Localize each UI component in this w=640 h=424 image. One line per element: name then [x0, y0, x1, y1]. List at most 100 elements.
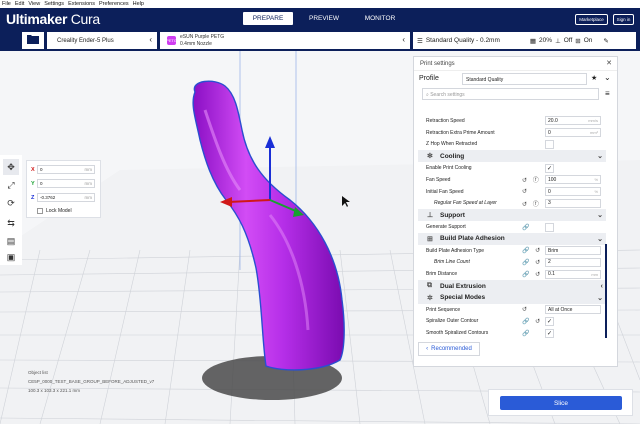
mirror-tool-button[interactable]: ⇆ — [3, 215, 19, 231]
menu-settings[interactable]: Settings — [44, 1, 64, 7]
support-blocker-button[interactable]: ▣ — [3, 249, 19, 265]
setting-label: Generate Support — [426, 224, 466, 231]
z-row: Z -0.3762 mm — [31, 193, 95, 202]
setting-row: Retraction Extra Prime Amount 0 mm³ — [418, 127, 606, 139]
menu-extensions[interactable]: Extensions — [68, 1, 95, 7]
sign-in-button[interactable]: Sign in — [613, 14, 634, 25]
tab-prepare[interactable]: PREPARE — [243, 12, 293, 25]
setting-field[interactable]: 3 — [545, 198, 601, 208]
setting-row: Brim Line Count 🔗 ↺ 2 — [418, 257, 606, 269]
setting-checkbox[interactable]: ✓ — [545, 316, 554, 326]
setting-action-icons[interactable]: 🔗 ↺ — [522, 271, 542, 278]
setting-action-icons[interactable]: 🔗 ↺ — [522, 318, 542, 325]
settings-scrollbar[interactable] — [605, 244, 607, 338]
setting-checkbox[interactable]: ✓ — [545, 163, 554, 173]
category-icon: ⧉ — [427, 282, 432, 290]
material-selector[interactable]: PETG eSUN Purple PETG 0.4mm Nozzle ‹ — [160, 32, 410, 49]
z-unit: mm — [84, 195, 93, 200]
app-header: Ultimaker Cura PREPARE PREVIEW MONITOR M… — [0, 8, 640, 30]
support-icon: ⊥ — [555, 37, 561, 45]
category-cooling[interactable]: ✻ Cooling ⌄ — [418, 150, 606, 163]
x-field[interactable]: 0 mm — [37, 165, 95, 174]
panel-header: Print settings ✕ — [414, 57, 617, 71]
setting-label: Brim Line Count — [434, 259, 470, 266]
hamburger-menu-icon[interactable]: ≡ — [605, 89, 610, 98]
setting-field[interactable]: 2 — [545, 257, 601, 267]
star-icon[interactable]: ★ — [591, 74, 597, 82]
setting-action-icons[interactable]: ↺ — [522, 188, 529, 195]
transform-toolbar: ✥ ⤢ ⟳ ⇆ ▤ ▣ — [0, 155, 22, 265]
search-settings-input[interactable]: ⌕ Search settings — [422, 88, 599, 100]
per-model-settings-button[interactable]: ▤ — [3, 233, 19, 249]
profile-select[interactable]: Standard Quality — [462, 73, 587, 85]
menu-view[interactable]: View — [28, 1, 40, 7]
setting-row: Smooth Spiralized Contours 🔗 ✓ — [418, 327, 606, 339]
tab-monitor[interactable]: MONITOR — [355, 12, 405, 25]
y-field[interactable]: 0 mm — [37, 179, 95, 188]
setting-row: Generate Support 🔗 — [418, 221, 606, 233]
brand-suffix: Cura — [70, 11, 100, 27]
object-list: Object list CE5P_0000_TEST_BASE_GROUP_BE… — [28, 370, 154, 397]
move-icon: ✥ — [7, 161, 15, 172]
setting-row: Print Sequence ↺ All at Once — [418, 304, 606, 316]
setting-checkbox[interactable]: ✓ — [545, 328, 554, 338]
material-name: eSUN Purple PETG — [180, 34, 225, 40]
setting-action-icons[interactable]: ↺ ⓕ — [522, 175, 541, 184]
y-row: Y 0 mm — [31, 179, 95, 188]
chevron-left-icon: ‹ — [402, 35, 405, 44]
menu-file[interactable]: File — [2, 1, 11, 7]
setting-field[interactable]: Brim — [545, 246, 601, 256]
chevron-icon: ⌄ — [597, 212, 603, 220]
chevron-down-icon[interactable]: ⌄ — [604, 73, 611, 82]
setting-field[interactable]: 0.1 mm — [545, 269, 601, 279]
material-swatch-icon: PETG — [166, 36, 177, 45]
recommended-button[interactable]: ‹ Recommended — [418, 342, 480, 356]
marketplace-button[interactable]: Marketplace — [575, 14, 608, 25]
setting-field[interactable]: 20.0 mm/s — [545, 116, 601, 126]
setting-row: Enable Print Cooling ✓ — [418, 162, 606, 174]
open-file-button[interactable] — [22, 32, 44, 49]
z-field[interactable]: -0.3762 mm — [37, 193, 95, 202]
category-support[interactable]: ⊥ Support ⌄ — [418, 209, 606, 222]
job-toolbar: Creality Ender-5 Plus ‹ PETG eSUN Purple… — [0, 30, 640, 51]
setting-action-icons[interactable]: 🔗 ↺ — [522, 259, 542, 266]
setting-field[interactable]: All at Once — [545, 305, 601, 315]
slice-button[interactable]: Slice — [500, 396, 622, 410]
setting-row: Fan Speed ↺ ⓕ 100% — [418, 174, 606, 186]
app-logo: Ultimaker Cura — [6, 11, 100, 27]
setting-checkbox[interactable] — [545, 222, 554, 232]
category-dual-extrusion[interactable]: ⧉ Dual Extrusion ‹ — [418, 280, 606, 292]
lock-model-row[interactable]: Lock Model — [37, 208, 72, 214]
setting-field[interactable]: 0 mm³ — [545, 128, 601, 138]
print-settings-panel: Print settings ✕ Profile Standard Qualit… — [413, 56, 618, 367]
print-settings-summary[interactable]: ☰ Standard Quality - 0.2mm ▦ 20% ⊥ Off ⊞… — [413, 32, 636, 49]
setting-action-icons[interactable]: 🔗 — [522, 330, 531, 337]
menu-edit[interactable]: Edit — [15, 1, 24, 7]
close-icon[interactable]: ✕ — [606, 59, 612, 67]
object-list-toggle[interactable]: Object list — [28, 370, 138, 379]
lock-model-checkbox[interactable] — [37, 208, 43, 214]
rotate-tool-button[interactable]: ⟳ — [3, 195, 19, 211]
menu-preferences[interactable]: Preferences — [99, 1, 129, 7]
setting-checkbox[interactable] — [545, 139, 554, 149]
lock-model-label: Lock Model — [46, 208, 72, 214]
setting-action-icons[interactable]: 🔗 ↺ — [522, 247, 542, 254]
printer-selector[interactable]: Creality Ender-5 Plus ‹ — [47, 32, 157, 49]
quality-label: Standard Quality - 0.2mm — [425, 37, 500, 44]
move-tool-button[interactable]: ✥ — [3, 159, 19, 175]
setting-action-icons[interactable]: ↺ — [522, 306, 529, 313]
setting-field[interactable]: 100% — [545, 175, 601, 185]
settings-list: Retraction Speed 20.0 mm/s Retraction Extra… — [418, 115, 606, 339]
setting-action-icons[interactable]: ↺ ⓕ — [522, 199, 541, 208]
recommended-label: Recommended — [431, 346, 472, 352]
category-special-modes[interactable]: ✲ Special Modes ⌄ — [418, 291, 606, 304]
setting-action-icons[interactable]: 🔗 — [522, 224, 531, 231]
category-build-plate-adhesion[interactable]: ⊞ Build Plate Adhesion ⌄ — [418, 232, 606, 245]
setting-field[interactable]: 0% — [545, 187, 601, 197]
chevron-left-icon: ‹ — [426, 346, 429, 352]
chevron-left-icon: ‹ — [149, 35, 152, 44]
brand-name: Ultimaker — [6, 11, 68, 27]
menu-help[interactable]: Help — [133, 1, 144, 7]
tab-preview[interactable]: PREVIEW — [299, 12, 349, 25]
scale-tool-button[interactable]: ⤢ — [3, 177, 19, 193]
